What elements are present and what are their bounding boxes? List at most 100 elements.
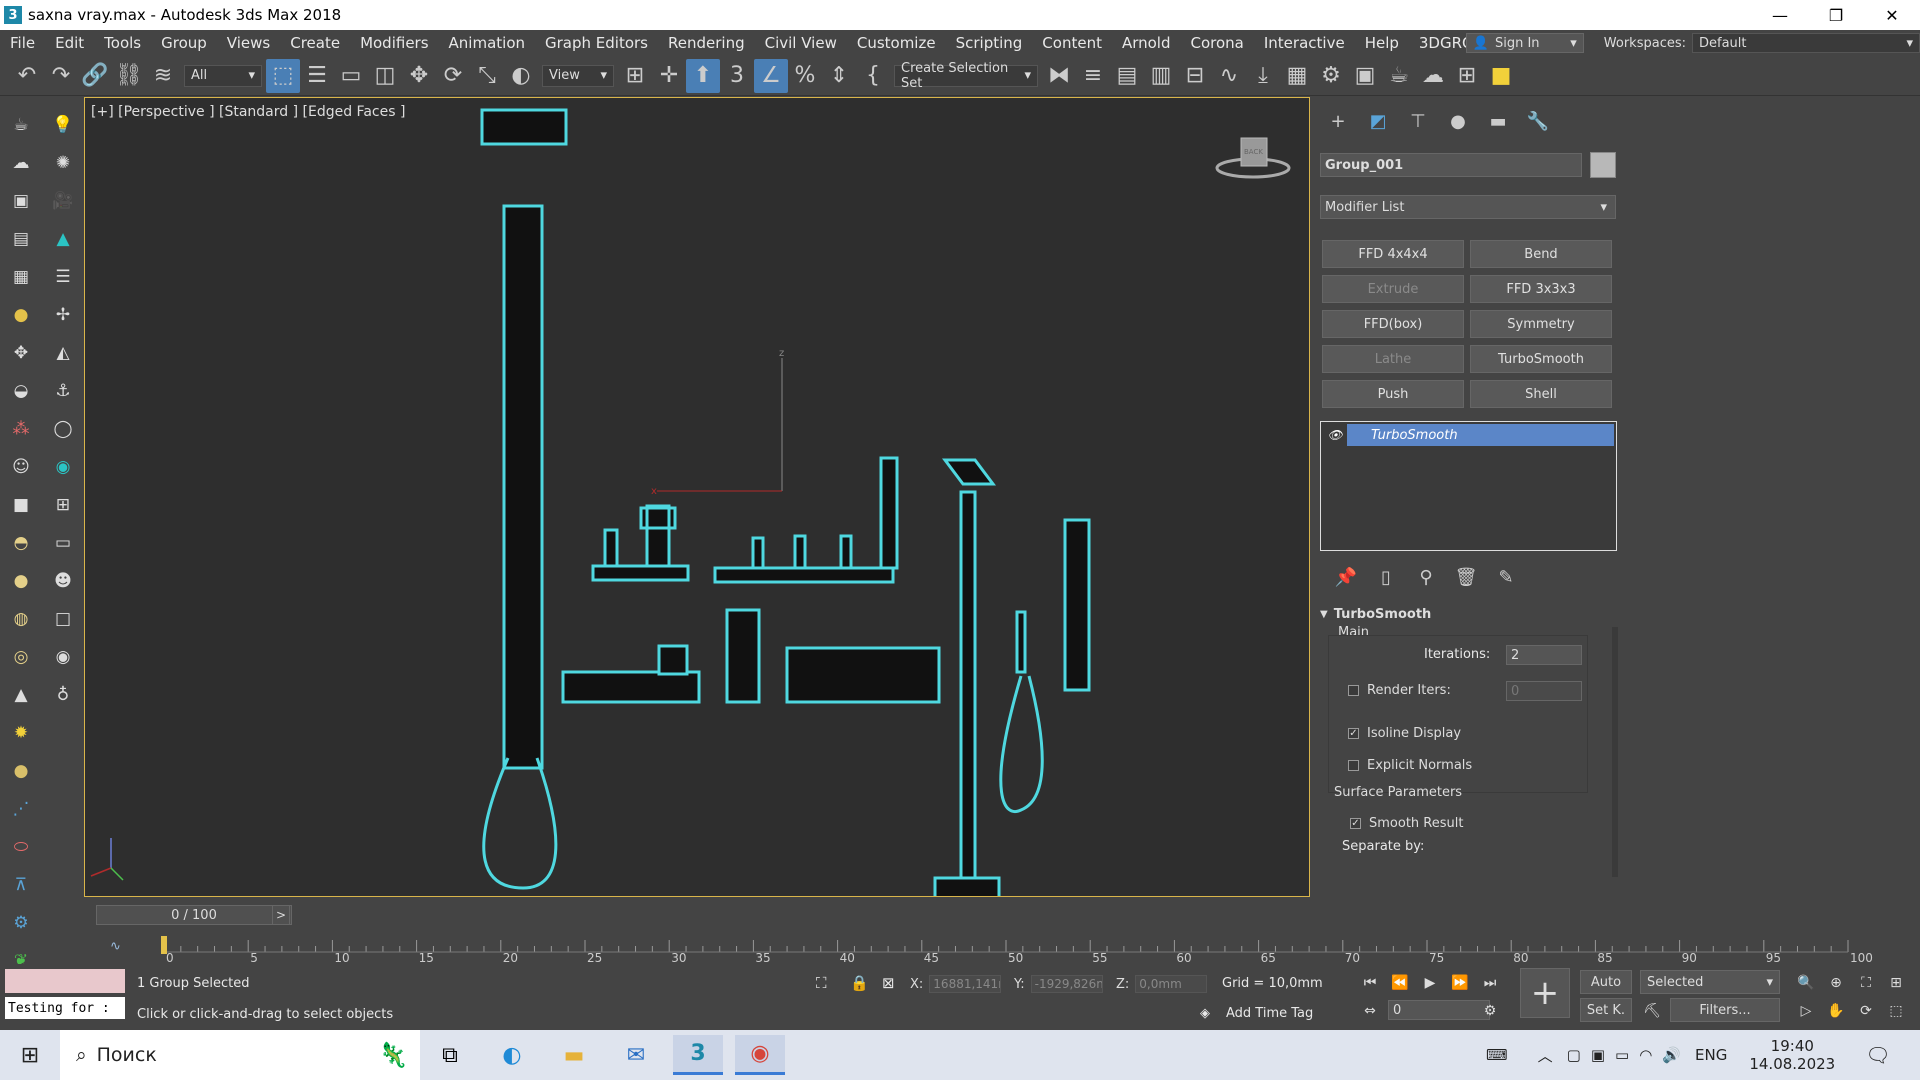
select-object-icon[interactable]: ⬚ xyxy=(266,58,300,93)
windows-start-icon[interactable]: ⊞ xyxy=(0,1030,60,1080)
sticky-note-icon[interactable]: ■ xyxy=(1484,59,1518,93)
keyboard-icon[interactable]: ⌨ xyxy=(1486,1046,1508,1064)
zoom-icon[interactable]: 🔍 xyxy=(1794,972,1818,994)
disc-icon[interactable]: ● xyxy=(8,758,34,784)
file-explorer-icon[interactable]: ▬ xyxy=(549,1035,599,1075)
z-field[interactable]: 0,0mm xyxy=(1135,975,1208,993)
filters-button[interactable]: Filters... xyxy=(1670,998,1780,1022)
menu-interactive[interactable]: Interactive xyxy=(1254,34,1355,52)
go-to-start-icon[interactable]: ⏮ xyxy=(1358,972,1382,994)
reference-coordinate-dropdown[interactable]: View ▾ xyxy=(542,64,614,87)
3ds-max-taskbar-icon[interactable]: 3 xyxy=(673,1035,723,1075)
notifications-icon[interactable]: 🗨 xyxy=(1865,1043,1890,1067)
angle-snap-icon[interactable]: ∠ xyxy=(754,58,788,93)
selection-filter-dropdown[interactable]: All ▾ xyxy=(184,64,262,87)
people-icon[interactable]: ☺ xyxy=(8,454,34,480)
tree-icon[interactable]: ▲ xyxy=(50,226,76,252)
sun-icon[interactable]: ✺ xyxy=(50,150,76,176)
layer-explorer-icon[interactable]: ▥ xyxy=(1144,59,1178,93)
edit-named-selection-icon[interactable]: { xyxy=(856,59,890,93)
render-grid-icon[interactable]: ⊞ xyxy=(1450,59,1484,93)
previous-frame-icon[interactable]: ⏪ xyxy=(1388,972,1412,994)
menu-rendering[interactable]: Rendering xyxy=(658,34,755,52)
document-icon[interactable]: ▤ xyxy=(8,226,34,252)
pan-icon[interactable]: ✋ xyxy=(1824,1000,1848,1022)
menu-corona[interactable]: Corona xyxy=(1181,34,1254,52)
modifier-button-bend[interactable]: Bend xyxy=(1470,240,1612,268)
iterations-spinner[interactable]: 2 xyxy=(1506,645,1582,665)
menu-content[interactable]: Content xyxy=(1032,34,1112,52)
maxscript-listener-input[interactable]: Testing for : xyxy=(5,997,125,1019)
taskbar-search[interactable]: ⌕ Поиск 🦎 xyxy=(60,1030,420,1080)
cone-icon[interactable]: ▲ xyxy=(8,682,34,708)
modifier-button-symmetry[interactable]: Symmetry xyxy=(1470,310,1612,338)
menu-tools[interactable]: Tools xyxy=(94,34,151,52)
zoom-all-icon[interactable]: ⊕ xyxy=(1824,972,1848,994)
set-key-button[interactable]: Set K. xyxy=(1580,998,1632,1022)
clock[interactable]: 19:40 14.08.2023 xyxy=(1749,1037,1835,1073)
ring-icon[interactable]: ◎ xyxy=(8,644,34,670)
placement-icon[interactable]: ◐ xyxy=(504,59,538,93)
set-key-icon[interactable]: + xyxy=(1520,968,1570,1018)
select-by-name-icon[interactable]: ☰ xyxy=(300,59,334,93)
gear-icon[interactable]: ⚙ xyxy=(8,910,34,936)
ball-icon[interactable]: ● xyxy=(8,568,34,594)
schematic-view-icon[interactable]: ⤓ xyxy=(1246,59,1280,93)
current-frame-field[interactable]: 0 xyxy=(1388,1000,1490,1020)
menu-scripting[interactable]: Scripting xyxy=(946,34,1033,52)
camera-icon[interactable]: 🎥 xyxy=(50,188,76,214)
grid-helper-icon[interactable]: ⊞ xyxy=(50,492,76,518)
modifier-button-ffd-4x4x4[interactable]: FFD 4x4x4 xyxy=(1322,240,1464,268)
menu-edit[interactable]: Edit xyxy=(45,34,94,52)
modifier-button-ffd-3x3x3[interactable]: FFD 3x3x3 xyxy=(1470,275,1612,303)
square-icon[interactable]: □ xyxy=(50,606,76,632)
modifier-list-dropdown[interactable]: Modifier List ▾ xyxy=(1320,195,1616,219)
zoom-extents-all-icon[interactable]: ⊞ xyxy=(1884,972,1908,994)
rectangular-selection-icon[interactable]: ▭ xyxy=(334,59,368,93)
menu-animation[interactable]: Animation xyxy=(439,34,535,52)
absolute-mode-icon[interactable]: ⊠ xyxy=(882,974,895,992)
maxscript-listener-output[interactable] xyxy=(5,969,125,993)
rollout-scrollbar[interactable] xyxy=(1612,627,1618,877)
menu-customize[interactable]: Customize xyxy=(847,34,946,52)
smooth-result-checkbox[interactable]: ✓ Smooth Result xyxy=(1350,816,1463,831)
rendered-frame-window-icon[interactable]: ▣ xyxy=(1348,59,1382,93)
ribbon-toggle-icon[interactable]: ⊟ xyxy=(1178,59,1212,93)
modifier-button-lathe[interactable]: Lathe xyxy=(1322,345,1464,373)
remove-modifier-icon[interactable]: 🗑 xyxy=(1446,563,1486,591)
time-configuration-icon[interactable]: ⚙ xyxy=(1478,1000,1502,1022)
modifier-button-ffd-box[interactable]: FFD(box) xyxy=(1322,310,1464,338)
workspace-select[interactable]: Default ▾ xyxy=(1692,33,1920,53)
play-icon[interactable]: ▶ xyxy=(1418,972,1442,994)
render-iters-spinner[interactable]: 0 xyxy=(1506,681,1582,701)
crowd-icon[interactable]: ☻ xyxy=(50,568,76,594)
reference-icon[interactable]: ⚓ xyxy=(50,378,76,404)
lock-icon[interactable]: 🔒 xyxy=(850,974,869,992)
pin-stack-icon[interactable]: 📌 xyxy=(1326,563,1366,591)
maximize-button[interactable]: ❐ xyxy=(1808,0,1864,30)
hemisphere-icon[interactable]: ◒ xyxy=(8,378,34,404)
particles-icon[interactable]: ⁂ xyxy=(8,416,34,442)
show-end-result-icon[interactable]: ▯ xyxy=(1366,563,1406,591)
render-setup-icon[interactable]: ⚙ xyxy=(1314,59,1348,93)
align-icon[interactable]: ≡ xyxy=(1076,59,1110,93)
window-crossing-icon[interactable]: ◫ xyxy=(368,59,402,93)
scene-explorer-icon[interactable]: ▤ xyxy=(1110,59,1144,93)
auto-key-button[interactable]: Auto xyxy=(1580,970,1632,994)
stack-item-turbosmooth[interactable]: 👁 TurboSmooth xyxy=(1323,424,1614,446)
explicit-normals-checkbox[interactable]: Explicit Normals xyxy=(1348,758,1472,773)
snaps-toggle-icon[interactable]: 3 xyxy=(720,59,754,93)
eye-helper-icon[interactable]: ◉ xyxy=(50,644,76,670)
utilities-tab-icon[interactable]: 🔧 xyxy=(1518,107,1558,135)
hierarchy-tab-icon[interactable]: ⊤ xyxy=(1398,107,1438,135)
render-production-icon[interactable]: ☕ xyxy=(1382,59,1416,93)
named-selection-set-dropdown[interactable]: Create Selection Set ▾ xyxy=(894,61,1038,91)
x-field[interactable]: 16881,141m xyxy=(929,975,1002,993)
display-tab-icon[interactable]: ▬ xyxy=(1478,107,1518,135)
create-tab-icon[interactable]: + xyxy=(1318,107,1358,135)
keyboard-shortcut-override-icon[interactable]: ⬆ xyxy=(686,58,720,93)
teapot-icon[interactable]: ☕ xyxy=(8,112,34,138)
track-bar[interactable]: 0 5 10 15 20 25 30 35 40 45 50 55 60 65 70 75 80 85 90 95 10… xyxy=(96,930,1920,965)
zoom-extents-icon[interactable]: ⛶ xyxy=(1854,972,1878,994)
y-field[interactable]: -1929,826m xyxy=(1030,975,1103,993)
